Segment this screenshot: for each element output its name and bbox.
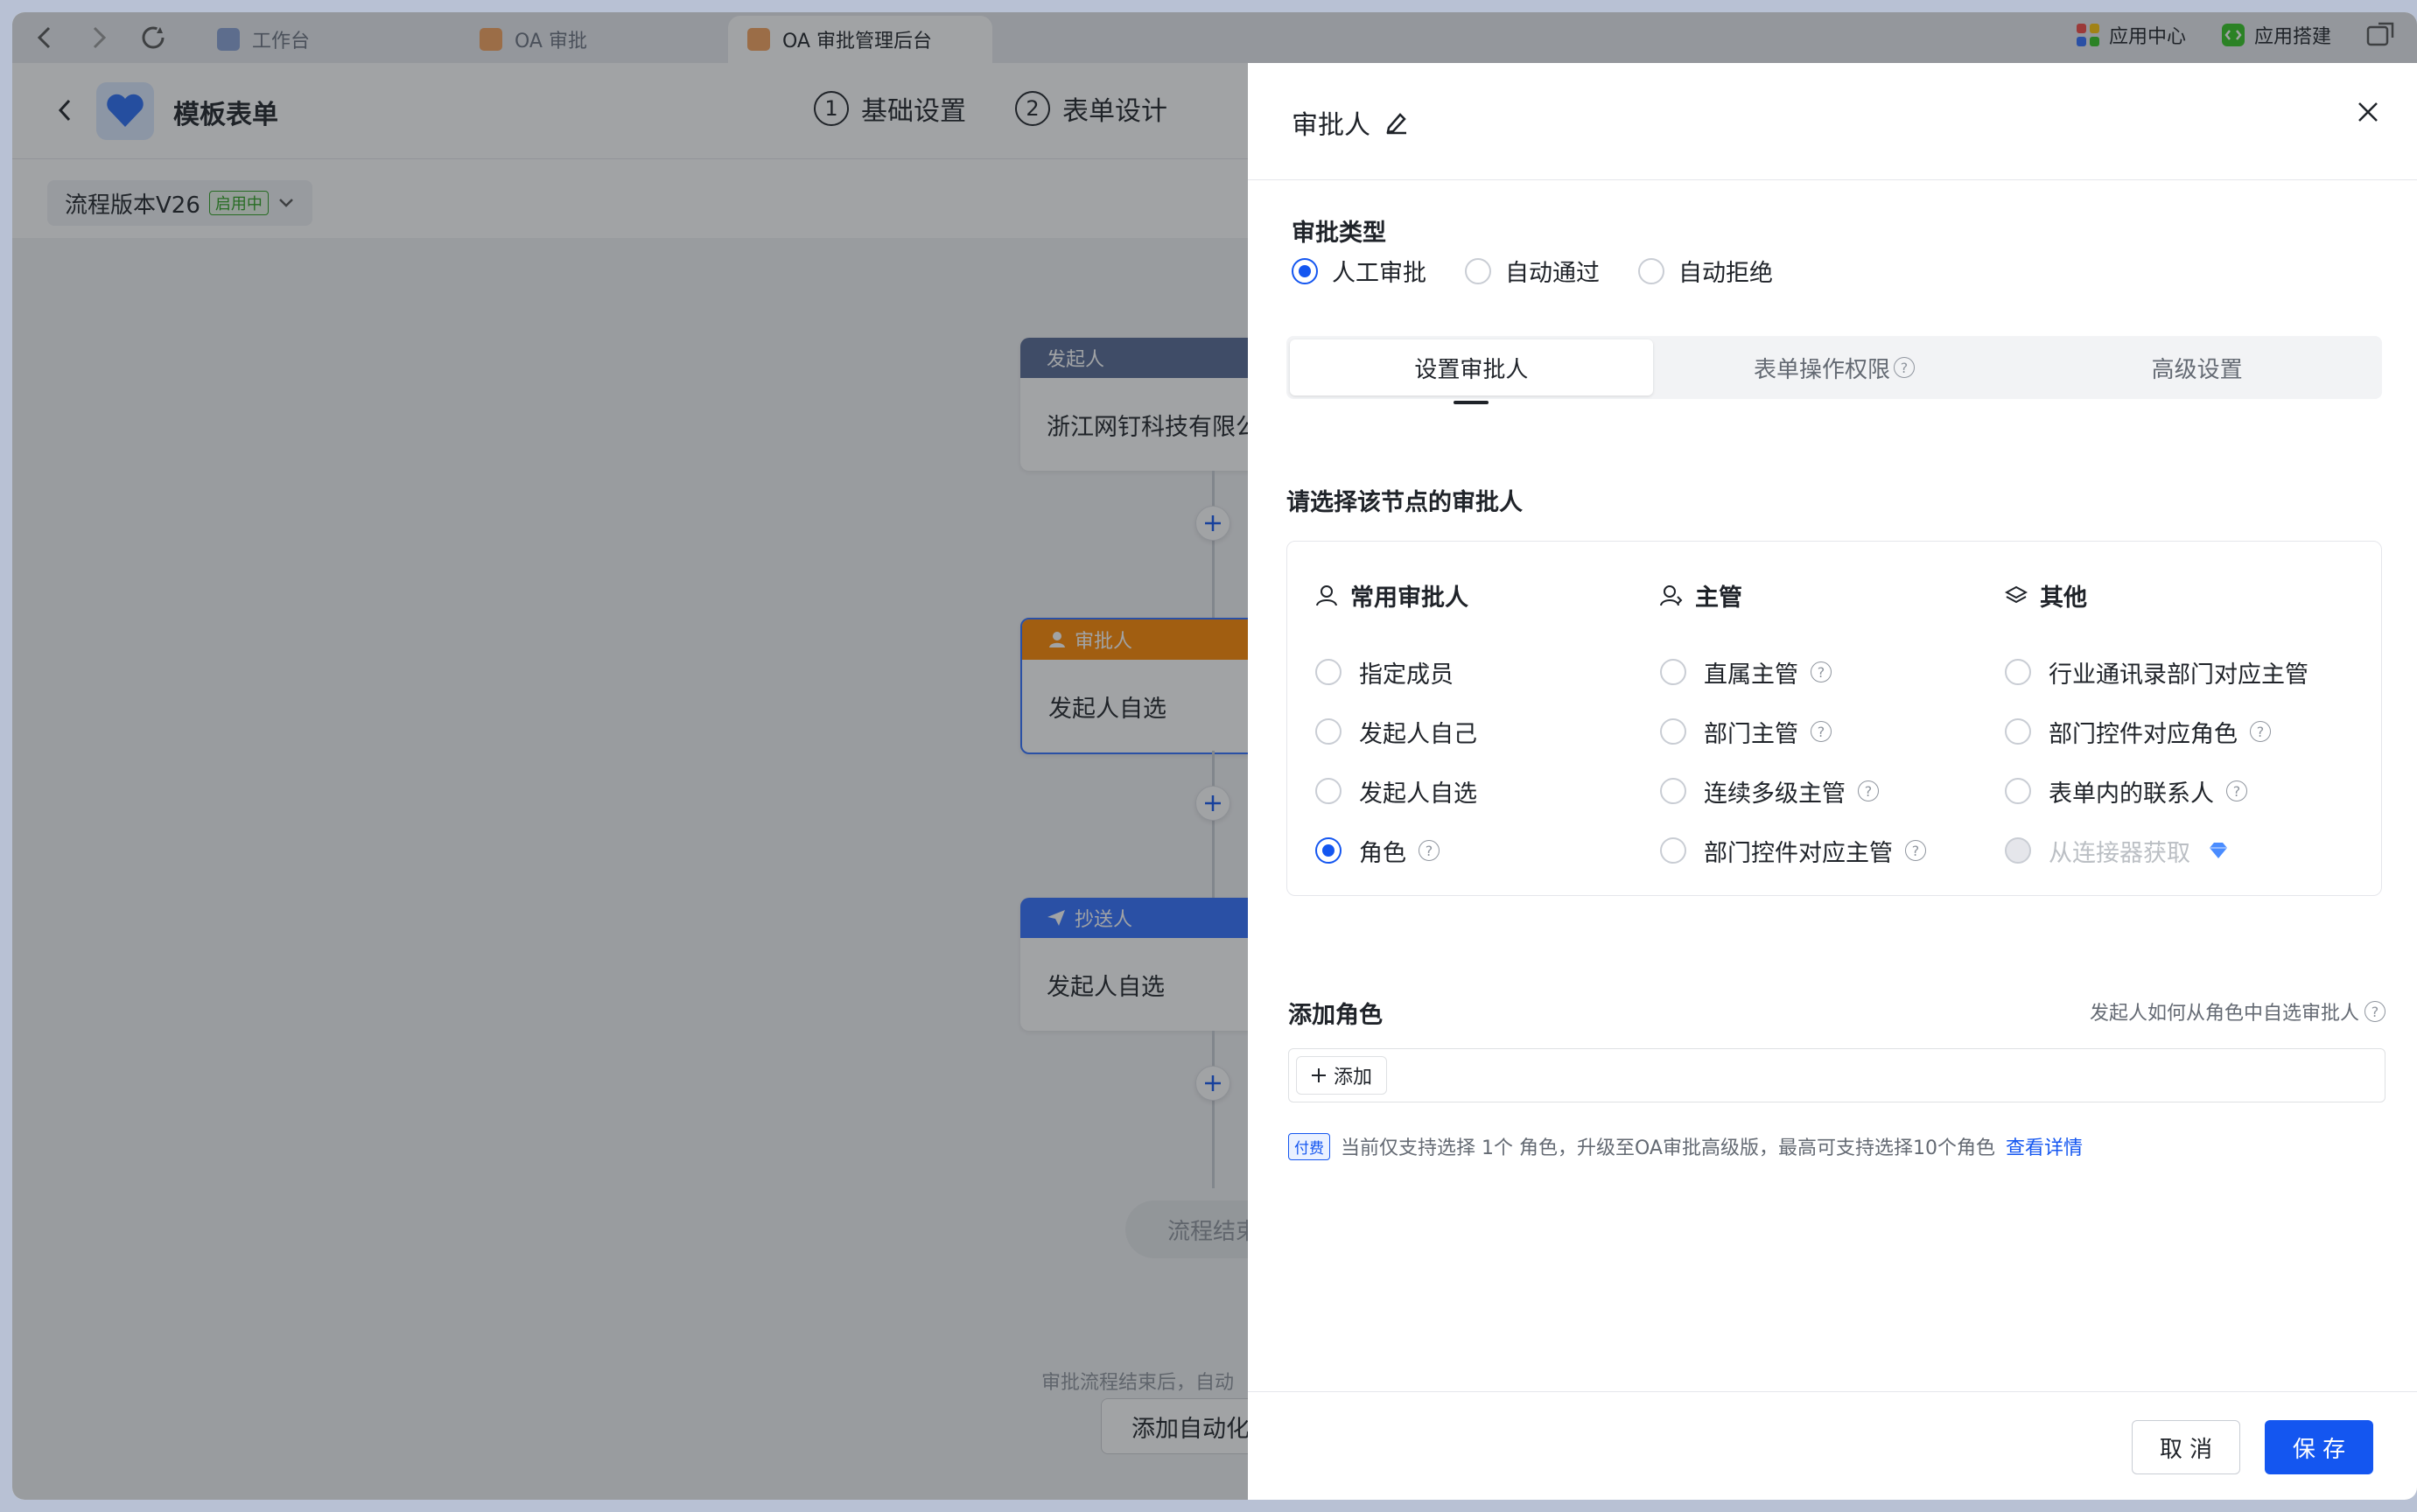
option-multi-level-manager[interactable]: 连续多级主管? (1660, 761, 1926, 821)
app-window: 工作台 OA 审批 OA 审批管理后台 应用中心 应用搭建 模板表单 1 基础设… (12, 12, 2417, 1500)
radio-unchecked (1638, 257, 1664, 284)
user-icon (1316, 584, 1337, 606)
option-dept-control-role[interactable]: 部门控件对应角色? (2005, 702, 2308, 761)
plus-icon (1312, 1068, 1326, 1082)
radio-unchecked (1660, 659, 1686, 685)
add-role-button[interactable]: 添加 (1296, 1056, 1388, 1095)
help-icon[interactable]: ? (1905, 840, 1926, 861)
radio-disabled (2005, 837, 2031, 864)
layers-icon (2005, 585, 2028, 603)
radio-unchecked (1660, 778, 1686, 804)
option-form-contact[interactable]: 表单内的联系人? (2005, 761, 2308, 821)
option-specified-member[interactable]: 指定成员 (1315, 642, 1477, 702)
manager-icon (1660, 584, 1683, 606)
column-header: 常用审批人 (1315, 578, 1477, 612)
approver-settings-drawer: 审批人 审批类型 人工审批 自动通过 自动拒绝 设置审批人 表单操作权限 ? 高… (1248, 63, 2417, 1500)
edit-pencil-icon[interactable] (1384, 110, 1409, 135)
tab-form-permissions[interactable]: 表单操作权限 ? (1653, 340, 2016, 396)
pay-notice: 付费 当前仅支持选择 1个 角色，升级至OA审批高级版，最高可支持选择10个角色… (1288, 1132, 2083, 1160)
close-icon[interactable] (2349, 93, 2387, 131)
save-button[interactable]: 保 存 (2265, 1420, 2373, 1474)
diamond-icon (2210, 843, 2227, 858)
help-icon[interactable]: ? (1811, 721, 1832, 742)
column-header: 主管 (1660, 578, 1926, 612)
help-icon[interactable]: ? (2364, 1001, 2385, 1022)
radio-unchecked (1315, 659, 1342, 685)
radio-auto-reject[interactable]: 自动拒绝 (1638, 254, 1773, 288)
radio-manual-approval[interactable]: 人工审批 (1292, 254, 1426, 288)
radio-unchecked (1660, 718, 1686, 745)
radio-unchecked (1315, 718, 1342, 745)
tab-set-approver[interactable]: 设置审批人 (1290, 340, 1653, 404)
manager-column: 主管 直属主管? 部门主管? 连续多级主管? 部门控件对应主管? (1660, 578, 1926, 880)
radio-unchecked (1660, 837, 1686, 864)
drawer-header: 审批人 (1248, 63, 2417, 180)
radio-checked (1315, 837, 1342, 864)
radio-auto-pass[interactable]: 自动通过 (1465, 254, 1600, 288)
option-role[interactable]: 角色? (1315, 821, 1477, 880)
radio-unchecked (1315, 778, 1342, 804)
option-direct-manager[interactable]: 直属主管? (1660, 642, 1926, 702)
settings-tabs: 设置审批人 表单操作权限 ? 高级设置 (1286, 336, 2382, 404)
column-header: 其他 (2005, 578, 2308, 612)
drawer-footer: 取 消 保 存 (1248, 1391, 2417, 1500)
cancel-button[interactable]: 取 消 (2132, 1420, 2240, 1474)
option-from-connector: 从连接器获取 (2005, 821, 2308, 880)
option-dept-control-manager[interactable]: 部门控件对应主管? (1660, 821, 1926, 880)
help-icon[interactable]: ? (2226, 780, 2247, 802)
pay-tag: 付费 (1288, 1132, 1330, 1160)
option-dept-manager[interactable]: 部门主管? (1660, 702, 1926, 761)
drawer-title: 审批人 (1292, 103, 1409, 142)
option-initiator-choose[interactable]: 发起人自选 (1315, 761, 1477, 821)
add-role-title: 添加角色 (1288, 1002, 1383, 1029)
help-icon[interactable]: ? (2250, 721, 2271, 742)
help-icon[interactable]: ? (1811, 662, 1832, 682)
help-icon[interactable]: ? (1419, 840, 1440, 861)
approval-type-group: 人工审批 自动通过 自动拒绝 (1292, 254, 1773, 288)
role-hint: 发起人如何从角色中自选审批人 ? (2090, 998, 2385, 1026)
select-approver-title: 请选择该节点的审批人 (1286, 489, 1523, 516)
radio-unchecked (1465, 257, 1491, 284)
help-icon[interactable]: ? (1858, 780, 1879, 802)
role-input-box[interactable]: 添加 (1288, 1048, 2385, 1102)
option-initiator-self[interactable]: 发起人自己 (1315, 702, 1477, 761)
radio-unchecked (2005, 778, 2031, 804)
tab-advanced-settings[interactable]: 高级设置 (2015, 340, 2378, 396)
radio-unchecked (2005, 659, 2031, 685)
help-icon[interactable]: ? (1894, 357, 1916, 378)
add-role-section: 添加角色 发起人如何从角色中自选审批人 ? 添加 付费 当前仅支持选择 1个 角… (1288, 978, 2385, 1208)
option-industry-dept-manager[interactable]: 行业通讯录部门对应主管 (2005, 642, 2308, 702)
approver-picker: 常用审批人 指定成员 发起人自己 发起人自选 角色? 主管 直属主管? 部门主管… (1286, 541, 2382, 896)
approval-type-title: 审批类型 (1292, 220, 1386, 247)
radio-unchecked (2005, 718, 2031, 745)
common-approver-column: 常用审批人 指定成员 发起人自己 发起人自选 角色? (1315, 578, 1477, 880)
other-column: 其他 行业通讯录部门对应主管 部门控件对应角色? 表单内的联系人? 从连接器获取 (2005, 578, 2308, 880)
radio-checked (1292, 257, 1318, 284)
view-details-link[interactable]: 查看详情 (2006, 1132, 2083, 1160)
